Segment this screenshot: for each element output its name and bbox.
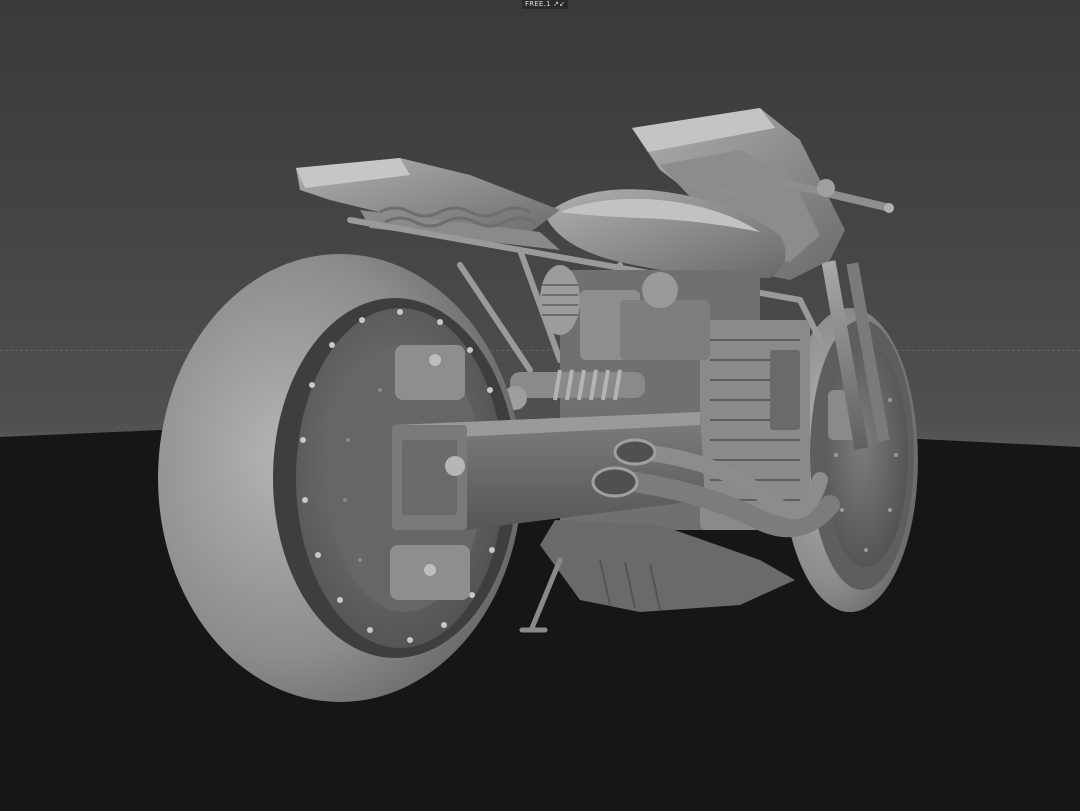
belly-pan — [540, 520, 795, 612]
rear-brake-caliper-top — [395, 345, 465, 400]
3d-viewport[interactable]: FREE.1 ↗↙ — [0, 0, 1080, 811]
air-filter — [540, 265, 580, 335]
side-stand — [519, 557, 563, 633]
motorcycle-model[interactable] — [0, 0, 1080, 811]
rear-brake-caliper-bottom — [390, 545, 470, 600]
